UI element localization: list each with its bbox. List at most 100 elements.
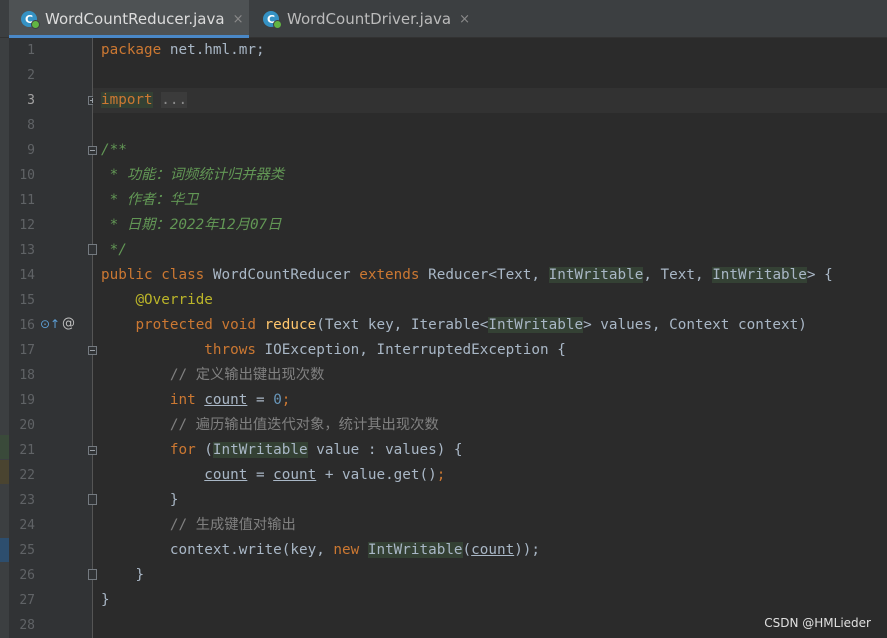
- code-text: Reducer<Text,: [419, 267, 549, 283]
- folded-imports[interactable]: ...: [161, 92, 188, 108]
- code-line: count = count + value.get();: [93, 463, 887, 488]
- line-number: 24: [19, 518, 35, 533]
- code-line: */: [93, 238, 887, 263]
- keyword: extends: [359, 267, 420, 283]
- line-number: 11: [19, 193, 35, 208]
- editor-tab-bar: C WordCountReducer.java × C WordCountDri…: [0, 0, 887, 38]
- change-marker: [0, 435, 9, 459]
- code-text: value : values) {: [307, 442, 463, 458]
- code-line: package net.hml.mr;: [93, 38, 887, 63]
- code-text: + value.get(): [316, 467, 437, 483]
- code-line: protected void reduce(Text key, Iterable…: [93, 313, 887, 338]
- line-number: 8: [27, 118, 35, 133]
- line-number: 26: [19, 568, 35, 583]
- tab-wordcountdriver[interactable]: C WordCountDriver.java ×: [251, 0, 476, 38]
- line-comment: // 遍历输出值迭代对象，统计其出现次数: [169, 417, 439, 433]
- variable: count: [204, 392, 248, 408]
- type-name: IntWritable: [712, 267, 807, 283]
- code-line-current: import ...: [93, 88, 887, 113]
- left-tool-strip: [0, 38, 9, 638]
- java-class-icon: C: [263, 11, 282, 29]
- code-line: * 功能：词频统计归并器类: [93, 163, 887, 188]
- type-name: IntWritable: [548, 267, 644, 283]
- tab-label: WordCountDriver.java: [287, 10, 452, 28]
- line-number: 20: [19, 418, 35, 433]
- code-editor[interactable]: package net.hml.mr; import ... /** * 功能：…: [93, 38, 887, 638]
- code-line: * 日期：2022年12月07日: [93, 213, 887, 238]
- line-number: 16: [19, 318, 35, 333]
- code-text: (Text key, Iterable<: [316, 317, 489, 333]
- type-name: IntWritable: [212, 442, 308, 458]
- doc-comment: * 作者：华卫: [101, 192, 199, 208]
- line-number: 18: [19, 368, 35, 383]
- line-number: 13: [19, 243, 35, 258]
- code-text: > values, Context context): [583, 317, 807, 333]
- line-number: 15: [19, 293, 35, 308]
- code-text: ));: [514, 542, 541, 558]
- tab-wordcountreducer[interactable]: C WordCountReducer.java ×: [9, 0, 249, 38]
- code-line: int count = 0;: [93, 388, 887, 413]
- type-name: IntWritable: [488, 317, 584, 333]
- variable: count: [204, 467, 248, 483]
- annotation-at-icon: @: [62, 316, 75, 331]
- change-marker: [0, 538, 9, 562]
- semicolon: ;: [281, 392, 291, 408]
- class-name: WordCountReducer: [204, 267, 360, 283]
- line-number: 1: [27, 43, 35, 58]
- keyword: protected void: [135, 317, 256, 333]
- code-line: // 遍历输出值迭代对象，统计其出现次数: [93, 413, 887, 438]
- code-text: =: [247, 392, 274, 408]
- override-method-icon[interactable]: ⊙↑: [40, 317, 60, 331]
- line-number: 14: [19, 268, 35, 283]
- variable: count: [273, 467, 317, 483]
- code-text: =: [247, 467, 274, 483]
- method-name: reduce: [264, 317, 317, 333]
- line-number: 21: [19, 443, 35, 458]
- line-number: 12: [19, 218, 35, 233]
- close-tab-icon[interactable]: ×: [233, 12, 244, 27]
- keyword: for: [169, 442, 196, 458]
- keyword: new: [333, 542, 360, 558]
- doc-comment: * 日期：2022年12月07日: [101, 217, 282, 233]
- line-comment: // 生成键值对输出: [169, 517, 296, 533]
- annotation: @Override: [135, 292, 213, 308]
- line-number: 17: [19, 343, 35, 358]
- code-line: for (IntWritable value : values) {: [93, 438, 887, 463]
- keyword: throws: [204, 342, 256, 358]
- java-class-icon: C: [21, 11, 40, 29]
- code-line: throws IOException, InterruptedException…: [93, 338, 887, 363]
- code-text: context.write(key,: [169, 542, 334, 558]
- code-text: (: [195, 442, 213, 458]
- doc-comment: * 功能：词频统计归并器类: [101, 167, 285, 183]
- code-line: public class WordCountReducer extends Re…: [93, 263, 887, 288]
- code-text: (: [462, 542, 472, 558]
- code-line: }: [93, 488, 887, 513]
- code-line: // 生成键值对输出: [93, 513, 887, 538]
- line-number: 27: [19, 593, 35, 608]
- line-number-gutter: 1 2 3 8 9 10 11 12 13 14 15 16 17 18 19 …: [9, 38, 97, 638]
- line-number: 3: [27, 93, 35, 108]
- doc-comment: /**: [101, 142, 127, 158]
- doc-comment: */: [101, 242, 127, 258]
- code-text: }: [101, 592, 110, 608]
- code-line: * 作者：华卫: [93, 188, 887, 213]
- type-name: IntWritable: [367, 542, 463, 558]
- code-text: IOException, InterruptedException {: [255, 342, 566, 358]
- line-number: 25: [19, 543, 35, 558]
- line-number: 9: [27, 143, 35, 158]
- code-line: // 定义输出键出现次数: [93, 363, 887, 388]
- keyword: int: [169, 392, 196, 408]
- line-number: 22: [19, 468, 35, 483]
- code-text: > {: [806, 267, 833, 283]
- semicolon: ;: [436, 467, 446, 483]
- variable: count: [471, 542, 515, 558]
- line-number: 23: [19, 493, 35, 508]
- code-line: }: [93, 588, 887, 613]
- line-comment: // 定义输出键出现次数: [169, 367, 325, 383]
- code-text: }: [169, 492, 179, 508]
- keyword: package: [101, 42, 162, 58]
- close-tab-icon[interactable]: ×: [459, 12, 470, 27]
- code-text: net.hml.mr;: [161, 42, 265, 58]
